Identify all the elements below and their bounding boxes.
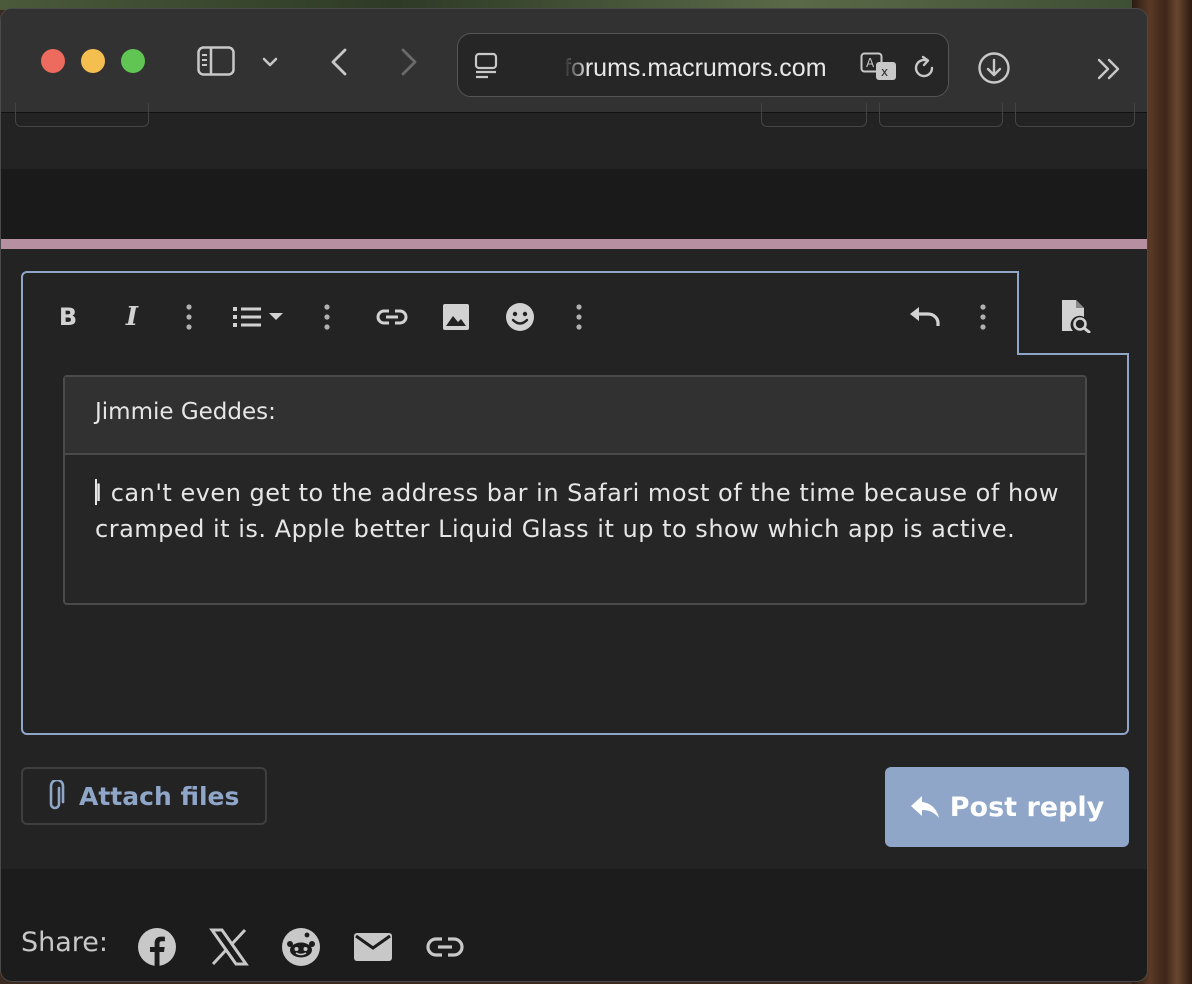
partial-button[interactable] [879, 103, 1003, 127]
link-icon[interactable] [375, 295, 409, 339]
reply-arrow-icon [910, 796, 939, 818]
reload-icon[interactable] [910, 54, 938, 82]
url-text[interactable]: forums.macrumors.com [564, 54, 864, 83]
partial-button[interactable] [15, 103, 149, 127]
chevron-down-icon[interactable] [261, 53, 279, 71]
facebook-icon[interactable] [137, 927, 177, 967]
paperclip-icon [49, 780, 65, 810]
zoom-window-button[interactable] [121, 49, 145, 73]
forward-icon[interactable] [397, 47, 421, 77]
share-label: Share: [21, 927, 109, 958]
browser-window: forums.macrumors.com A x B I Jimmie Gedd… [0, 8, 1148, 982]
attach-files-label: Attach files [79, 781, 240, 811]
page-content: B I Jimmie Geddes: I can't even get to t… [1, 103, 1147, 981]
browser-toolbar: forums.macrumors.com A x [1, 9, 1147, 113]
more-options-icon[interactable] [317, 295, 337, 339]
back-icon[interactable] [327, 47, 351, 77]
preview-icon [1062, 300, 1091, 333]
downloads-icon[interactable] [977, 51, 1011, 85]
section-divider [1, 239, 1147, 249]
reddit-icon[interactable] [281, 927, 321, 967]
page-menu-icon[interactable] [474, 52, 498, 80]
quote-block[interactable]: Jimmie Geddes: I can't even get to the a… [63, 375, 1087, 605]
more-options-icon[interactable] [179, 295, 199, 339]
bold-label: B [58, 303, 78, 331]
partial-button[interactable] [1015, 103, 1135, 127]
translate-icon[interactable]: A x [860, 52, 900, 82]
quote-author: Jimmie Geddes: [65, 377, 1085, 455]
minimize-window-button[interactable] [81, 49, 105, 73]
x-icon[interactable] [209, 927, 249, 967]
svg-text:A: A [866, 56, 875, 70]
section-band [1, 169, 1147, 239]
italic-button[interactable]: I [117, 295, 147, 339]
image-icon[interactable] [441, 295, 471, 339]
sidebar-toggle-icon[interactable] [197, 46, 235, 76]
address-bar[interactable]: forums.macrumors.com A x [457, 33, 949, 97]
italic-label: I [125, 302, 139, 332]
email-icon[interactable] [353, 927, 393, 967]
close-window-button[interactable] [41, 49, 65, 73]
preview-button[interactable] [1017, 271, 1129, 355]
post-reply-button[interactable]: Post reply [885, 767, 1129, 847]
list-icon[interactable] [229, 295, 289, 339]
bold-button[interactable]: B [53, 295, 83, 339]
svg-text:x: x [881, 65, 888, 79]
link-icon[interactable] [425, 927, 465, 967]
post-reply-label: Post reply [949, 791, 1105, 823]
partial-button[interactable] [761, 103, 867, 127]
double-chevron-right-icon[interactable] [1095, 57, 1123, 81]
more-options-icon[interactable] [569, 295, 589, 339]
quote-text[interactable]: I can't even get to the address bar in S… [95, 475, 1065, 547]
more-options-icon[interactable] [973, 295, 993, 339]
quote-text-content: I can't even get to the address bar in S… [95, 479, 1059, 543]
undo-icon[interactable] [907, 295, 943, 339]
emoji-icon[interactable] [503, 295, 537, 339]
reply-editor[interactable]: B I Jimmie Geddes: I can't even get to t… [21, 271, 1129, 735]
attach-files-button[interactable]: Attach files [21, 767, 267, 825]
